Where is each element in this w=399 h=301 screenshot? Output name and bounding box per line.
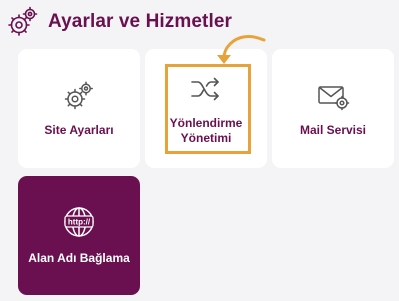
tile-redirect-management[interactable]: Yönlendirme Yönetimi bbox=[145, 49, 267, 168]
page-title: Ayarlar ve Hizmetler bbox=[48, 11, 233, 32]
tile-label-line1: Yönlendirme bbox=[169, 115, 243, 130]
tile-domain-binding[interactable]: http:// Alan Adı Bağlama bbox=[18, 176, 140, 295]
tile-label: Site Ayarları bbox=[44, 123, 114, 137]
svg-text:http://: http:// bbox=[68, 218, 91, 227]
page-header: Ayarlar ve Hizmetler bbox=[6, 4, 232, 40]
http-globe-icon: http:// bbox=[62, 205, 96, 239]
tile-label-line2: Yönetimi bbox=[180, 130, 232, 145]
shuffle-icon bbox=[189, 72, 223, 106]
tile-label: Mail Servisi bbox=[299, 123, 367, 137]
tile-site-settings[interactable]: Site Ayarları bbox=[18, 49, 140, 168]
mail-settings-icon bbox=[316, 79, 350, 113]
tile-label: Yönlendirme Yönetimi bbox=[170, 116, 243, 146]
gears-icon bbox=[62, 79, 96, 113]
gears-icon bbox=[6, 5, 40, 39]
tile-label: Alan Adı Bağlama bbox=[28, 251, 130, 265]
tile-mail-service[interactable]: Mail Servisi bbox=[272, 49, 394, 168]
